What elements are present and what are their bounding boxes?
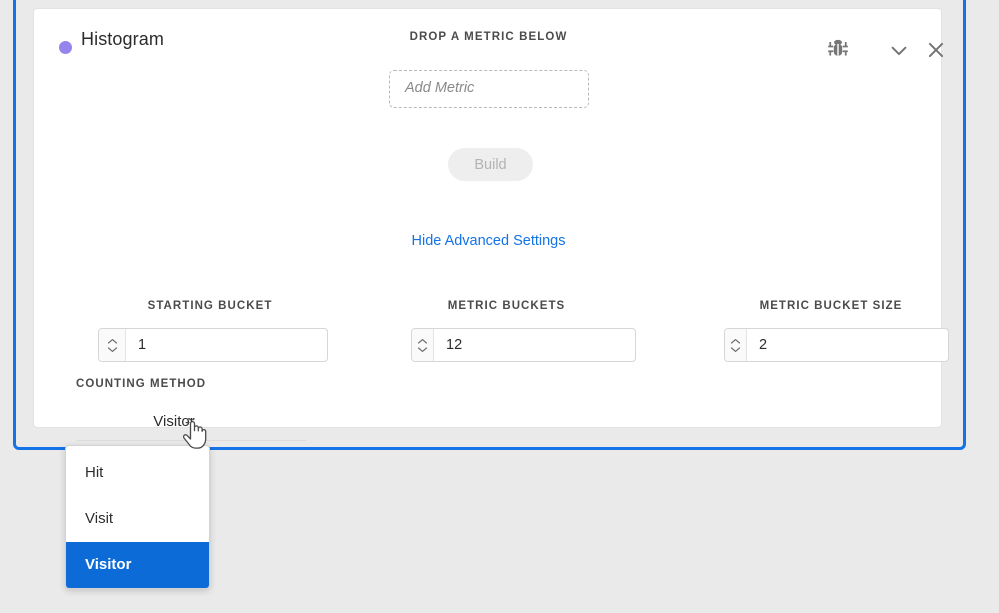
add-metric-dropzone[interactable]: Add Metric xyxy=(389,70,589,108)
metric-bucket-size-label: METRIC BUCKET SIZE xyxy=(681,300,981,312)
starting-bucket-input[interactable] xyxy=(126,329,327,361)
metric-bucket-size-input[interactable] xyxy=(747,329,948,361)
metric-bucket-size-group: METRIC BUCKET SIZE xyxy=(691,300,981,362)
chevron-up-icon[interactable] xyxy=(417,338,428,345)
chevron-down-icon[interactable] xyxy=(730,346,741,353)
counting-method-select[interactable]: Visitor xyxy=(76,407,306,441)
chevron-up-icon[interactable] xyxy=(107,338,118,345)
chevron-down-icon[interactable] xyxy=(417,346,428,353)
metric-buckets-field[interactable] xyxy=(411,328,636,362)
counting-method-dropdown[interactable]: Hit Visit Visitor xyxy=(65,445,210,589)
starting-bucket-field[interactable] xyxy=(98,328,328,362)
metric-buckets-stepper[interactable] xyxy=(412,329,434,361)
hide-advanced-settings-link[interactable]: Hide Advanced Settings xyxy=(34,233,943,249)
starting-bucket-label: STARTING BUCKET xyxy=(76,300,344,312)
drop-metric-label: DROP A METRIC BELOW xyxy=(34,31,943,43)
dropdown-option-visitor[interactable]: Visitor xyxy=(66,542,209,588)
starting-bucket-stepper[interactable] xyxy=(99,329,126,361)
add-metric-placeholder: Add Metric xyxy=(405,80,474,96)
dropdown-option-visit[interactable]: Visit xyxy=(66,496,209,542)
counting-method-value: Visitor xyxy=(76,413,272,430)
metric-bucket-size-field[interactable] xyxy=(724,328,949,362)
metric-buckets-input[interactable] xyxy=(434,329,635,361)
metric-bucket-size-stepper[interactable] xyxy=(725,329,747,361)
metric-buckets-label: METRIC BUCKETS xyxy=(389,300,624,312)
dropdown-option-hit[interactable]: Hit xyxy=(66,450,209,496)
build-button[interactable]: Build xyxy=(448,148,533,181)
histogram-panel-card: Histogram xyxy=(33,8,942,428)
chevron-up-icon[interactable] xyxy=(730,338,741,345)
counting-method-label: COUNTING METHOD xyxy=(76,378,206,390)
chevron-down-icon[interactable] xyxy=(107,346,118,353)
starting-bucket-group: STARTING BUCKET xyxy=(76,300,344,362)
metric-buckets-group: METRIC BUCKETS xyxy=(389,300,624,362)
